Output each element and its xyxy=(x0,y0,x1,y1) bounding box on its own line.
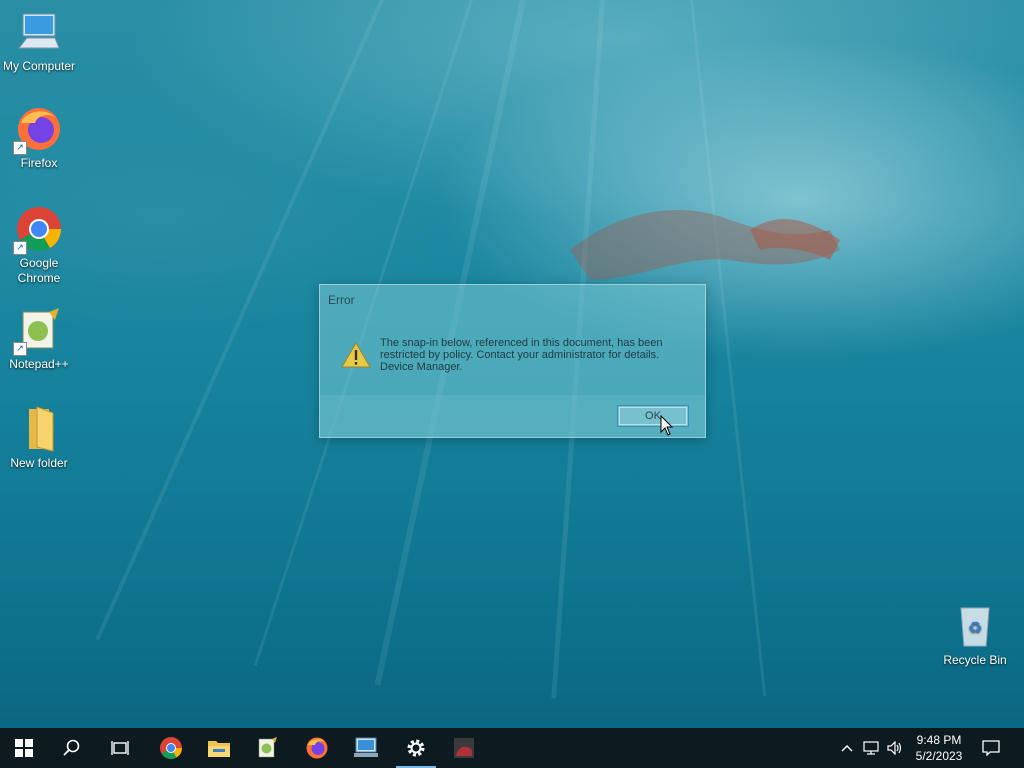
search-button[interactable] xyxy=(48,728,96,768)
warning-icon xyxy=(340,341,372,374)
dialog-message-line: restricted by policy. Contact your admin… xyxy=(380,349,660,361)
show-hidden-icons-button[interactable] xyxy=(838,728,856,768)
notification-icon xyxy=(982,740,1000,756)
desktop-icon-recycle-bin[interactable]: ♻ Recycle Bin xyxy=(936,602,1014,668)
file-explorer-icon xyxy=(208,741,230,757)
task-view-button[interactable] xyxy=(96,728,144,768)
dialog-message-line: Device Manager. xyxy=(380,361,463,373)
search-icon xyxy=(63,739,80,756)
chevron-up-icon xyxy=(841,745,853,752)
task-view-icon xyxy=(111,741,129,755)
settings-icon xyxy=(407,739,425,757)
network-button[interactable] xyxy=(860,728,882,768)
start-button[interactable] xyxy=(0,728,48,768)
shortcut-arrow-icon: ↗ xyxy=(13,141,27,155)
chrome-icon xyxy=(160,737,182,759)
desktop-icon-my-computer[interactable]: My Computer xyxy=(0,8,78,74)
mouse-cursor-icon xyxy=(660,415,674,436)
taskbar-clock[interactable]: 9:48 PM 5/2/2023 xyxy=(906,732,972,764)
app-icon xyxy=(454,738,474,758)
remote-desktop-icon xyxy=(354,737,378,757)
network-icon xyxy=(863,741,879,755)
desktop-icon-new-folder[interactable]: New folder xyxy=(0,405,78,471)
desktop-icon-label: Recycle Bin xyxy=(943,653,1007,667)
firefox-icon xyxy=(306,737,328,759)
svg-text:♻: ♻ xyxy=(968,620,982,637)
dialog-footer: OK xyxy=(320,395,705,437)
dialog-title: Error xyxy=(328,293,355,307)
volume-icon xyxy=(887,741,902,755)
clock-date: 5/2/2023 xyxy=(915,749,963,763)
taskbar-chrome[interactable] xyxy=(147,728,195,768)
dialog-message: The snap-in below, referenced in this do… xyxy=(380,337,690,373)
desktop-icon-label: Notepad++ xyxy=(9,357,69,371)
start-icon xyxy=(15,739,33,757)
dialog-message-line: The snap-in below, referenced in this do… xyxy=(380,337,663,349)
desktop-icon-label: New folder xyxy=(10,456,68,470)
taskbar-settings[interactable] xyxy=(392,728,440,768)
volume-button[interactable] xyxy=(884,728,906,768)
ok-button[interactable]: OK xyxy=(617,405,689,427)
notepadpp-icon xyxy=(258,737,277,758)
taskbar: 9:48 PM 5/2/2023 xyxy=(0,728,1024,768)
firefox-icon: ↗ xyxy=(13,105,63,155)
desktop-icon-label: My Computer xyxy=(2,59,76,73)
desktop-icon-google-chrome[interactable]: ↗ Google Chrome xyxy=(0,205,78,286)
taskbar-file-explorer[interactable] xyxy=(195,728,243,768)
taskbar-remote-desktop[interactable] xyxy=(342,728,390,768)
taskbar-app[interactable] xyxy=(440,728,488,768)
chrome-icon: ↗ xyxy=(13,205,63,255)
clock-time: 9:48 PM xyxy=(916,733,962,747)
desktop-icon-label: Google Chrome xyxy=(17,256,61,285)
desktop-icon-notepadpp[interactable]: ↗ Notepad++ xyxy=(0,306,78,372)
computer-icon xyxy=(15,8,63,56)
desktop-icon-label: Firefox xyxy=(20,156,58,170)
desktop-icon-firefox[interactable]: ↗ Firefox xyxy=(0,105,78,171)
folder-icon xyxy=(15,405,63,453)
shortcut-arrow-icon: ↗ xyxy=(13,342,27,356)
recycle-bin-icon: ♻ xyxy=(951,602,999,650)
dialog-body: The snap-in below, referenced in this do… xyxy=(320,317,705,395)
shortcut-arrow-icon: ↗ xyxy=(13,241,27,255)
error-dialog: Error The snap-in below, referenced in t… xyxy=(319,284,706,438)
taskbar-notepadpp[interactable] xyxy=(243,728,291,768)
taskbar-firefox[interactable] xyxy=(293,728,341,768)
notification-button[interactable] xyxy=(978,728,1004,768)
notepadpp-icon: ↗ xyxy=(13,306,63,356)
